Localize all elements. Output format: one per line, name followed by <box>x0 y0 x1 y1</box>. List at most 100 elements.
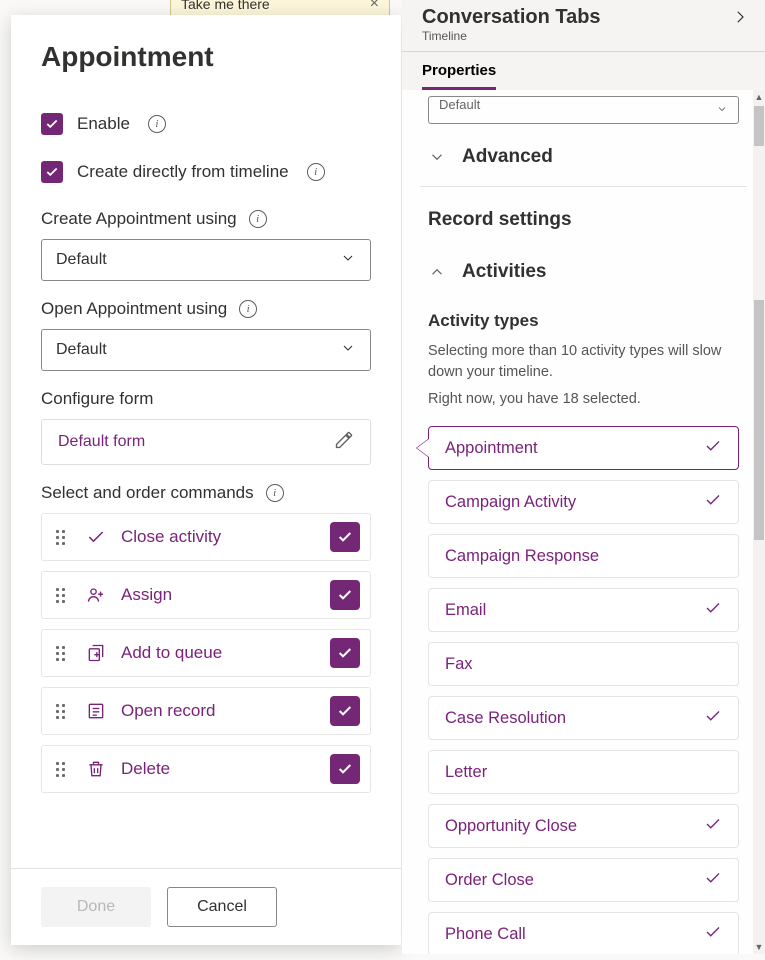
record-settings-heading: Record settings <box>420 187 747 239</box>
check-icon <box>704 869 722 892</box>
scroll-down-icon[interactable]: ▼ <box>753 940 765 954</box>
close-icon[interactable]: × <box>370 0 379 13</box>
command-row[interactable]: Assign <box>41 571 371 619</box>
chevron-right-icon[interactable] <box>731 8 749 29</box>
check-icon <box>704 815 722 838</box>
activity-type-item[interactable]: Campaign Response <box>428 534 739 578</box>
open-using-select[interactable]: Default <box>41 329 371 371</box>
drag-handle-icon[interactable] <box>56 646 65 661</box>
advanced-section[interactable]: Advanced <box>420 124 747 187</box>
edit-icon[interactable] <box>334 430 354 455</box>
activity-type-label: Fax <box>445 655 473 674</box>
tab-properties[interactable]: Properties <box>422 62 496 90</box>
command-row[interactable]: Open record <box>41 687 371 735</box>
activity-type-item[interactable]: Email <box>428 588 739 632</box>
check-icon <box>704 599 722 622</box>
command-label: Add to queue <box>121 643 330 663</box>
activity-type-item[interactable]: Campaign Activity <box>428 480 739 524</box>
create-direct-label: Create directly from timeline <box>77 162 289 182</box>
command-label: Assign <box>121 585 330 605</box>
create-using-value: Default <box>56 251 107 269</box>
chevron-up-icon <box>428 263 446 281</box>
command-label: Close activity <box>121 527 330 547</box>
configure-form-value: Default form <box>58 433 145 451</box>
enable-checkbox[interactable] <box>41 113 63 135</box>
info-icon[interactable]: i <box>266 484 284 502</box>
header-title: Conversation Tabs <box>422 6 745 29</box>
command-checkbox[interactable] <box>330 754 360 784</box>
cut-select[interactable]: Default <box>428 96 739 124</box>
enable-label: Enable <box>77 114 130 134</box>
drag-handle-icon[interactable] <box>56 530 65 545</box>
info-icon[interactable]: i <box>307 163 325 181</box>
commands-label: Select and order commands <box>41 483 254 503</box>
activity-type-label: Opportunity Close <box>445 817 577 836</box>
activities-label: Activities <box>462 261 546 283</box>
check-icon <box>704 437 722 460</box>
trash-icon <box>85 758 107 780</box>
command-checkbox[interactable] <box>330 522 360 552</box>
assign-icon <box>85 584 107 606</box>
activity-type-label: Case Resolution <box>445 709 566 728</box>
command-row[interactable]: Delete <box>41 745 371 793</box>
advanced-label: Advanced <box>462 146 553 168</box>
activity-types-label: Activity types <box>420 301 747 339</box>
activity-types-hint1: Selecting more than 10 activity types wi… <box>420 339 747 387</box>
done-button[interactable]: Done <box>41 887 151 927</box>
appointment-panel: Appointment Enable i Create directly fro… <box>11 15 401 945</box>
activity-type-item[interactable]: Opportunity Close <box>428 804 739 848</box>
drag-handle-icon[interactable] <box>56 704 65 719</box>
command-label: Delete <box>121 759 330 779</box>
activity-type-item[interactable]: Order Close <box>428 858 739 902</box>
command-checkbox[interactable] <box>330 638 360 668</box>
activity-type-item[interactable]: Letter <box>428 750 739 794</box>
check-icon <box>704 707 722 730</box>
scroll-up-icon[interactable]: ▲ <box>753 90 765 104</box>
activities-section[interactable]: Activities <box>420 239 747 301</box>
cut-select-value: Default <box>439 97 480 112</box>
activity-type-label: Order Close <box>445 871 534 890</box>
activity-type-item[interactable]: Case Resolution <box>428 696 739 740</box>
activity-type-label: Email <box>445 601 486 620</box>
drag-handle-icon[interactable] <box>56 588 65 603</box>
command-checkbox[interactable] <box>330 580 360 610</box>
info-icon[interactable]: i <box>249 210 267 228</box>
chevron-down-icon <box>428 148 446 166</box>
check-icon <box>704 491 722 514</box>
header-subtitle: Timeline <box>422 29 745 43</box>
create-using-select[interactable]: Default <box>41 239 371 281</box>
scrollbar[interactable]: ▲ ▼ <box>753 90 765 954</box>
activity-type-label: Appointment <box>445 439 538 458</box>
open-using-value: Default <box>56 341 107 359</box>
configure-form-label: Configure form <box>41 389 153 409</box>
chevron-down-icon <box>340 250 356 271</box>
cancel-button[interactable]: Cancel <box>167 887 277 927</box>
drag-handle-icon[interactable] <box>56 762 65 777</box>
open-using-label: Open Appointment using <box>41 299 227 319</box>
activity-type-label: Phone Call <box>445 925 526 944</box>
command-row[interactable]: Add to queue <box>41 629 371 677</box>
create-using-label: Create Appointment using <box>41 209 237 229</box>
activity-type-label: Campaign Activity <box>445 493 576 512</box>
panel-title: Appointment <box>41 41 371 73</box>
configure-form-row[interactable]: Default form <box>41 419 371 465</box>
properties-pane: Conversation Tabs Timeline Properties De… <box>402 0 765 960</box>
command-checkbox[interactable] <box>330 696 360 726</box>
banner-text: Take me there <box>181 0 270 12</box>
activity-types-hint2: Right now, you have 18 selected. <box>420 387 747 414</box>
activity-type-label: Campaign Response <box>445 547 599 566</box>
info-icon[interactable]: i <box>239 300 257 318</box>
scroll-thumb[interactable] <box>754 106 764 146</box>
activity-type-item[interactable]: Fax <box>428 642 739 686</box>
activity-type-item[interactable]: Phone Call <box>428 912 739 954</box>
activity-type-item[interactable]: Appointment <box>428 426 739 470</box>
open-icon <box>85 700 107 722</box>
create-direct-checkbox[interactable] <box>41 161 63 183</box>
check-icon <box>704 923 722 946</box>
info-icon[interactable]: i <box>148 115 166 133</box>
chevron-down-icon <box>716 103 728 118</box>
command-row[interactable]: Close activity <box>41 513 371 561</box>
chevron-down-icon <box>340 340 356 361</box>
queue-icon <box>85 642 107 664</box>
scroll-thumb[interactable] <box>754 300 764 540</box>
